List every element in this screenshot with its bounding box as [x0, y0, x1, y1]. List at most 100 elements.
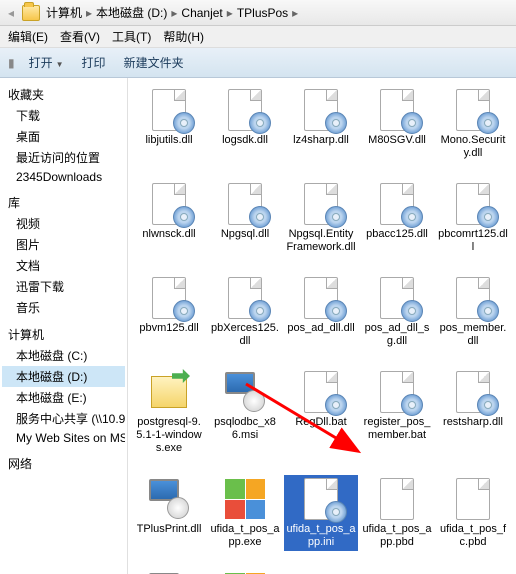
file-item[interactable]: pos_ad_dll.dll: [284, 274, 358, 350]
tree-group-title[interactable]: 网络: [2, 453, 125, 474]
tree-item[interactable]: 音乐: [2, 297, 125, 318]
file-name: TPlusPrint.dll: [137, 523, 202, 536]
file-icon: [375, 182, 419, 226]
file-item[interactable]: [208, 569, 282, 574]
file-name: lz4sharp.dll: [293, 134, 349, 147]
file-name: register_pos_member.bat: [362, 416, 432, 442]
open-button[interactable]: 打开▼: [25, 52, 68, 73]
file-item[interactable]: ufida_t_pos_fc.pbd: [436, 475, 510, 551]
tree-item[interactable]: 最近访问的位置: [2, 147, 125, 168]
file-item[interactable]: pbXerces125.dll: [208, 274, 282, 350]
file-name: postgresql-9.5.1-1-windows.exe: [134, 416, 204, 455]
file-name: Npgsql.EntityFramework.dll: [286, 228, 356, 254]
file-name: logsdk.dll: [222, 134, 268, 147]
sidebar: 收藏夹下载桌面最近访问的位置2345Downloads 库视频图片文档迅雷下载音乐…: [0, 78, 128, 574]
file-item[interactable]: ufida_t_pos_app.exe: [208, 475, 282, 551]
file-name: Mono.Security.dll: [438, 134, 508, 160]
menu-view[interactable]: 查看(V): [60, 28, 100, 45]
file-item[interactable]: postgresql-9.5.1-1-windows.exe: [132, 368, 206, 457]
file-item[interactable]: M80SGV.dll: [360, 86, 434, 162]
menu-help[interactable]: 帮助(H): [163, 28, 204, 45]
folder-icon: [22, 5, 40, 21]
file-name: pbXerces125.dll: [210, 322, 280, 348]
file-name: pbacc125.dll: [366, 228, 428, 241]
file-name: pbvm125.dll: [139, 322, 198, 335]
file-icon: [375, 477, 419, 521]
tree-item[interactable]: 2345Downloads: [2, 168, 125, 186]
file-item[interactable]: Npgsql.EntityFramework.dll: [284, 180, 358, 256]
file-name: pos_ad_dll.dll: [287, 322, 354, 335]
file-name: ufida_t_pos_app.ini: [286, 523, 356, 549]
file-icon: [147, 276, 191, 320]
tree-group-title[interactable]: 计算机: [2, 324, 125, 345]
file-icon: [299, 477, 343, 521]
file-name: pos_member.dll: [438, 322, 508, 348]
new-folder-button[interactable]: 新建文件夹: [120, 52, 188, 73]
file-name: psqlodbc_x86.msi: [210, 416, 280, 442]
file-icon: [147, 88, 191, 132]
toolbar-drag-icon: ▮: [8, 56, 15, 70]
file-icon: [299, 182, 343, 226]
tree-item[interactable]: 视频: [2, 213, 125, 234]
file-name: Npgsql.dll: [221, 228, 269, 241]
file-icon: [147, 370, 191, 414]
file-item[interactable]: ufida_t_pos_app.pbd: [360, 475, 434, 551]
file-name: ufida_t_pos_app.pbd: [362, 523, 432, 549]
file-item[interactable]: pos_ad_dll_sg.dll: [360, 274, 434, 350]
file-item[interactable]: pbacc125.dll: [360, 180, 434, 256]
file-item[interactable]: Npgsql.dll: [208, 180, 282, 256]
file-item[interactable]: register_pos_member.bat: [360, 368, 434, 457]
tree-item[interactable]: 本地磁盘 (C:): [2, 345, 125, 366]
menu-edit[interactable]: 编辑(E): [8, 28, 48, 45]
file-item[interactable]: pos_member.dll: [436, 274, 510, 350]
file-item[interactable]: libjutils.dll: [132, 86, 206, 162]
chevron-left-icon: ◂: [4, 4, 18, 22]
file-item[interactable]: Mono.Security.dll: [436, 86, 510, 162]
file-icon: [147, 182, 191, 226]
menubar: 编辑(E) 查看(V) 工具(T) 帮助(H): [0, 26, 516, 48]
tree-group-title[interactable]: 库: [2, 192, 125, 213]
file-item[interactable]: TPlusPrint.dll: [132, 475, 206, 551]
file-item[interactable]: pbcomrt125.dll: [436, 180, 510, 256]
tree-item[interactable]: My Web Sites on MSN: [2, 429, 125, 447]
breadcrumb[interactable]: ◂ 计算机▸本地磁盘 (D:)▸Chanjet▸TPlusPos▸: [0, 0, 516, 26]
breadcrumb-segment[interactable]: 计算机: [44, 6, 84, 20]
file-item[interactable]: logsdk.dll: [208, 86, 282, 162]
file-icon: [223, 88, 267, 132]
file-icon: [451, 276, 495, 320]
tree-item[interactable]: 桌面: [2, 126, 125, 147]
file-icon: [223, 182, 267, 226]
file-name: M80SGV.dll: [368, 134, 426, 147]
file-item[interactable]: nlwnsck.dll: [132, 180, 206, 256]
breadcrumb-segment[interactable]: Chanjet: [179, 6, 224, 20]
file-icon: [223, 276, 267, 320]
file-item[interactable]: pbvm125.dll: [132, 274, 206, 350]
chevron-right-icon: ▸: [225, 6, 235, 20]
tree-item[interactable]: 文档: [2, 255, 125, 276]
tree-item[interactable]: 下载: [2, 105, 125, 126]
file-icon: [451, 182, 495, 226]
file-item[interactable]: RegDll.bat: [284, 368, 358, 457]
tree-group-title[interactable]: 收藏夹: [2, 84, 125, 105]
file-icon: [147, 477, 191, 521]
breadcrumb-segment[interactable]: TPlusPos: [235, 6, 290, 20]
breadcrumb-segment[interactable]: 本地磁盘 (D:): [94, 6, 169, 20]
tree-item[interactable]: 本地磁盘 (E:): [2, 387, 125, 408]
menu-tools[interactable]: 工具(T): [112, 28, 151, 45]
file-name: libjutils.dll: [145, 134, 192, 147]
file-icon: [223, 370, 267, 414]
tree-item[interactable]: 本地磁盘 (D:): [2, 366, 125, 387]
file-item[interactable]: ufida_t_pos_app.ini: [284, 475, 358, 551]
print-button[interactable]: 打印: [78, 52, 110, 73]
file-icon: [223, 477, 267, 521]
file-item[interactable]: psqlodbc_x86.msi: [208, 368, 282, 457]
file-name: nlwnsck.dll: [142, 228, 195, 241]
tree-item[interactable]: 图片: [2, 234, 125, 255]
tree-item[interactable]: 迅雷下载: [2, 276, 125, 297]
file-item[interactable]: [132, 569, 206, 574]
tree-item[interactable]: 服务中心共享 (\\10.9: [2, 408, 125, 429]
file-item[interactable]: lz4sharp.dll: [284, 86, 358, 162]
file-item[interactable]: restsharp.dll: [436, 368, 510, 457]
file-name: ufida_t_pos_fc.pbd: [438, 523, 508, 549]
file-icon: [375, 88, 419, 132]
